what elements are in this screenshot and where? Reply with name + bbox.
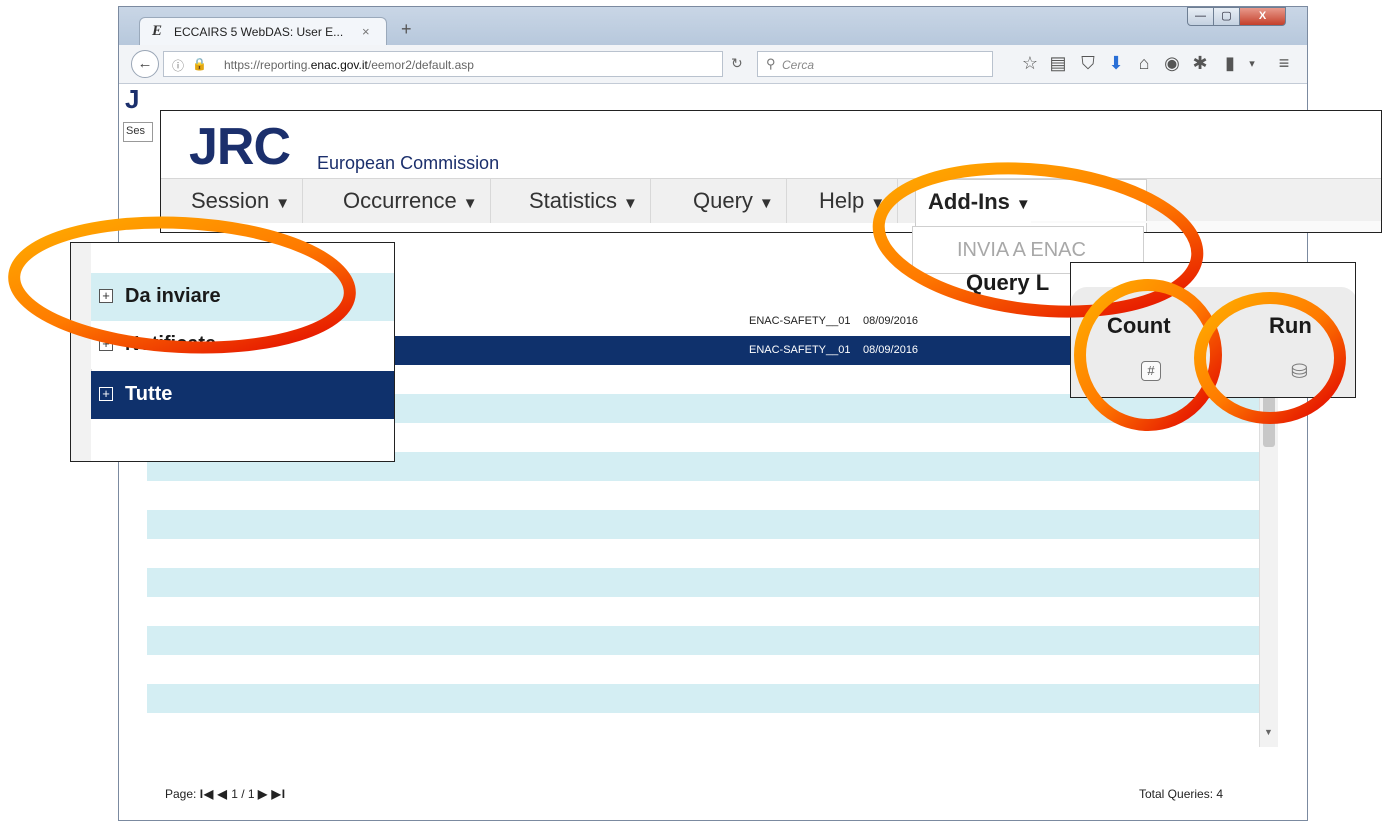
empty-table-row[interactable] <box>147 655 1259 684</box>
empty-table-row[interactable] <box>147 481 1259 510</box>
tree-spacer <box>91 419 394 461</box>
tree-gutter <box>71 243 92 461</box>
clipboard-icon[interactable]: ▮ <box>1219 53 1241 74</box>
menu-label: Statistics <box>529 188 618 213</box>
count-hash-icon[interactable]: # <box>1141 361 1161 381</box>
menu-label: Add-Ins <box>928 189 1010 214</box>
back-arrow-icon[interactable]: ← <box>131 50 159 78</box>
info-icon[interactable]: ⓘ <box>172 57 184 74</box>
run-column-header: Run <box>1269 313 1312 338</box>
pager: Page: I◀ ◀ 1 / 1 ▶ ▶I <box>165 787 286 801</box>
download-icon[interactable]: ⬇ <box>1105 53 1127 74</box>
page-label: Page: <box>165 787 197 801</box>
search-placeholder: Cerca <box>782 58 815 72</box>
expand-plus-icon[interactable]: + <box>99 337 113 351</box>
folder-notificate[interactable]: + Notificate <box>91 321 394 369</box>
scroll-down-icon[interactable]: ▼ <box>1264 727 1273 737</box>
menu-add-ins[interactable]: Add-Ins ▼ <box>915 179 1147 224</box>
hamburger-menu-icon[interactable]: ≡ <box>1273 53 1295 74</box>
folder-da-inviare[interactable]: + Da inviare <box>91 273 394 321</box>
search-input[interactable]: ⚲ Cerca <box>757 51 993 77</box>
tab-title: ECCAIRS 5 WebDAS: User E... <box>174 25 344 39</box>
total-queries: Total Queries: 4 <box>1139 787 1224 801</box>
caret-down-icon: ▼ <box>758 195 774 212</box>
expand-plus-icon[interactable]: + <box>99 289 113 303</box>
caret-down-icon: ▼ <box>462 195 478 212</box>
navigation-bar: ← ⓘ 🔒 https://reporting.enac.gov.it/eemo… <box>119 45 1307 84</box>
url-bar[interactable]: ⓘ 🔒 https://reporting.enac.gov.it/eemor2… <box>163 51 723 77</box>
browser-tab[interactable]: E ECCAIRS 5 WebDAS: User E... × <box>139 17 387 45</box>
owner-cell: ENAC-SAFETY__01 <box>749 344 851 356</box>
tab-close-icon[interactable]: × <box>362 24 370 39</box>
menu-statistics[interactable]: Statistics ▼ <box>517 179 651 223</box>
empty-table-row[interactable] <box>147 568 1259 597</box>
folder-tree-callout: + Da inviare + Notificate + Tutte <box>70 242 395 462</box>
reading-list-icon[interactable]: ▤ <box>1047 53 1069 74</box>
page-logo: J <box>125 84 140 114</box>
logo-subtitle: European Commission <box>317 153 500 173</box>
home-icon[interactable]: ⌂ <box>1133 53 1155 74</box>
folder-label: Notificate <box>125 333 217 355</box>
first-page-icon[interactable]: I◀ <box>200 787 215 801</box>
overflow-icon[interactable]: ▾ <box>1241 57 1263 70</box>
empty-table-row[interactable] <box>147 539 1259 568</box>
session-menu-stub[interactable]: Ses <box>123 122 153 142</box>
search-icon: ⚲ <box>766 56 776 71</box>
date-cell: 08/09/2016 <box>863 344 919 356</box>
pocket-icon[interactable]: ⛉ <box>1077 53 1099 74</box>
invia-a-enac-item[interactable]: INVIA A ENAC <box>957 239 1086 262</box>
date-cell: 08/09/2016 <box>863 315 919 327</box>
expand-plus-icon[interactable]: + <box>99 387 113 401</box>
folder-label: Da inviare <box>125 285 221 307</box>
count-column-header: Count <box>1107 313 1171 338</box>
empty-table-row[interactable] <box>147 510 1259 539</box>
menu-zoom-callout: JRC European Commission Session ▼ Occurre… <box>160 110 1382 233</box>
main-menu: Session ▼ Occurrence ▼ Statistics ▼ Query ▼ … <box>161 178 1381 224</box>
extension-icon[interactable]: ✱ <box>1189 53 1211 74</box>
lock-icon: 🔒 <box>192 57 207 71</box>
folder-label: Tutte <box>125 383 173 405</box>
title-bar: E ECCAIRS 5 WebDAS: User E... × + — ▢ X <box>119 7 1307 45</box>
favicon-icon: E <box>152 23 163 39</box>
jrc-logo: JRC <box>189 118 291 176</box>
chat-icon[interactable]: ◉ <box>1161 53 1183 74</box>
menu-label: Query <box>693 188 753 213</box>
page-value: 1 / 1 <box>231 787 255 801</box>
next-page-icon[interactable]: ▶ <box>258 787 268 801</box>
star-icon[interactable]: ☆ <box>1019 53 1041 74</box>
folder-tutte[interactable]: + Tutte <box>91 371 394 419</box>
empty-table-row[interactable] <box>147 626 1259 655</box>
new-tab-button[interactable]: + <box>401 19 412 40</box>
count-run-callout: Count Run # ⛁ <box>1070 262 1356 398</box>
menu-query[interactable]: Query ▼ <box>681 179 787 223</box>
close-window-button[interactable]: X <box>1239 7 1286 26</box>
minimize-button[interactable]: — <box>1187 7 1214 26</box>
menu-label: Help <box>819 188 865 213</box>
menu-label: Occurrence <box>343 188 457 213</box>
reload-icon[interactable]: ↻ <box>731 55 743 72</box>
maximize-button[interactable]: ▢ <box>1213 7 1240 26</box>
owner-cell: ENAC-SAFETY__01 <box>749 315 851 327</box>
caret-down-icon: ▼ <box>870 195 886 212</box>
prev-page-icon[interactable]: ◀ <box>218 787 228 801</box>
caret-down-icon: ▼ <box>275 195 291 212</box>
empty-table-row[interactable] <box>147 684 1259 713</box>
empty-table-row[interactable] <box>147 597 1259 626</box>
caret-down-icon: ▼ <box>1015 196 1031 213</box>
query-list-title: Query L <box>966 270 1050 295</box>
menu-label: Session <box>191 188 270 213</box>
url-text: https://reporting.enac.gov.it/eemor2/def… <box>224 58 474 72</box>
caret-down-icon: ▼ <box>623 195 638 212</box>
menu-session[interactable]: Session ▼ <box>179 179 304 223</box>
menu-occurrence[interactable]: Occurrence ▼ <box>331 179 491 223</box>
menu-help[interactable]: Help ▼ <box>807 179 899 223</box>
run-database-icon[interactable]: ⛁ <box>1291 359 1317 383</box>
last-page-icon[interactable]: ▶I <box>271 787 286 801</box>
